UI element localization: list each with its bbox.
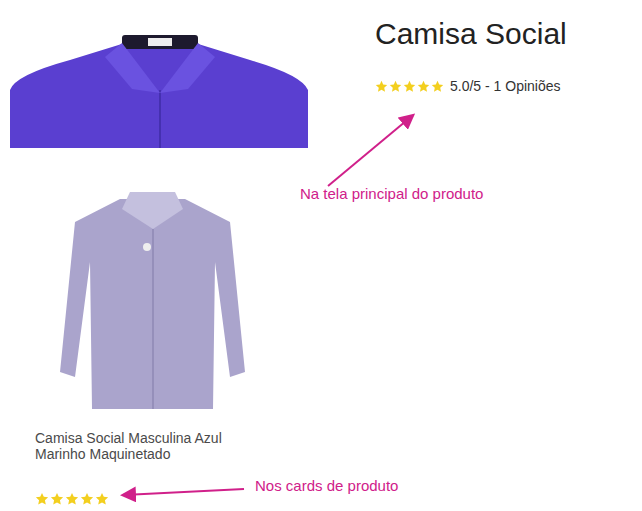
card-image[interactable]	[35, 187, 270, 412]
annotations: Na tela principal do produto Nos cards de…	[0, 0, 642, 511]
card-title[interactable]: Camisa Social Masculina Azul Marinho Maq…	[35, 430, 260, 462]
annotation-label: Nos cards de produto	[255, 477, 398, 494]
star-icon	[50, 492, 64, 506]
page: Camisa Social5.0/5 - 1 OpiniõesCamisa So…	[0, 0, 642, 511]
product-page: Camisa Social 5.0/5 - 1 Opiniões	[0, 0, 642, 150]
card-rating	[35, 492, 642, 506]
arrows-icon	[0, 0, 642, 511]
star-icon	[375, 80, 388, 93]
star-icon	[403, 80, 416, 93]
star-icon	[95, 492, 109, 506]
product-image	[10, 35, 308, 148]
star-icon	[35, 492, 49, 506]
shirt-photo-icon	[10, 35, 308, 148]
star-icon	[417, 80, 430, 93]
card-stars	[35, 492, 642, 506]
star-icon	[80, 492, 94, 506]
shirt-photo-icon	[35, 187, 270, 412]
product-card[interactable]: Camisa Social Masculina Azul Marinho Maq…	[0, 187, 642, 506]
star-icon	[65, 492, 79, 506]
star-icon	[431, 80, 444, 93]
product-rating: 5.0/5 - 1 Opiniões	[375, 78, 567, 94]
product-title: Camisa Social	[375, 16, 567, 52]
rating-text: 5.0/5 - 1 Opiniões	[450, 78, 561, 94]
star-icon	[389, 80, 402, 93]
rating-stars	[375, 80, 444, 93]
annotation-label: Na tela principal do produto	[300, 185, 483, 202]
product-details: Camisa Social 5.0/5 - 1 Opiniões	[375, 0, 567, 150]
